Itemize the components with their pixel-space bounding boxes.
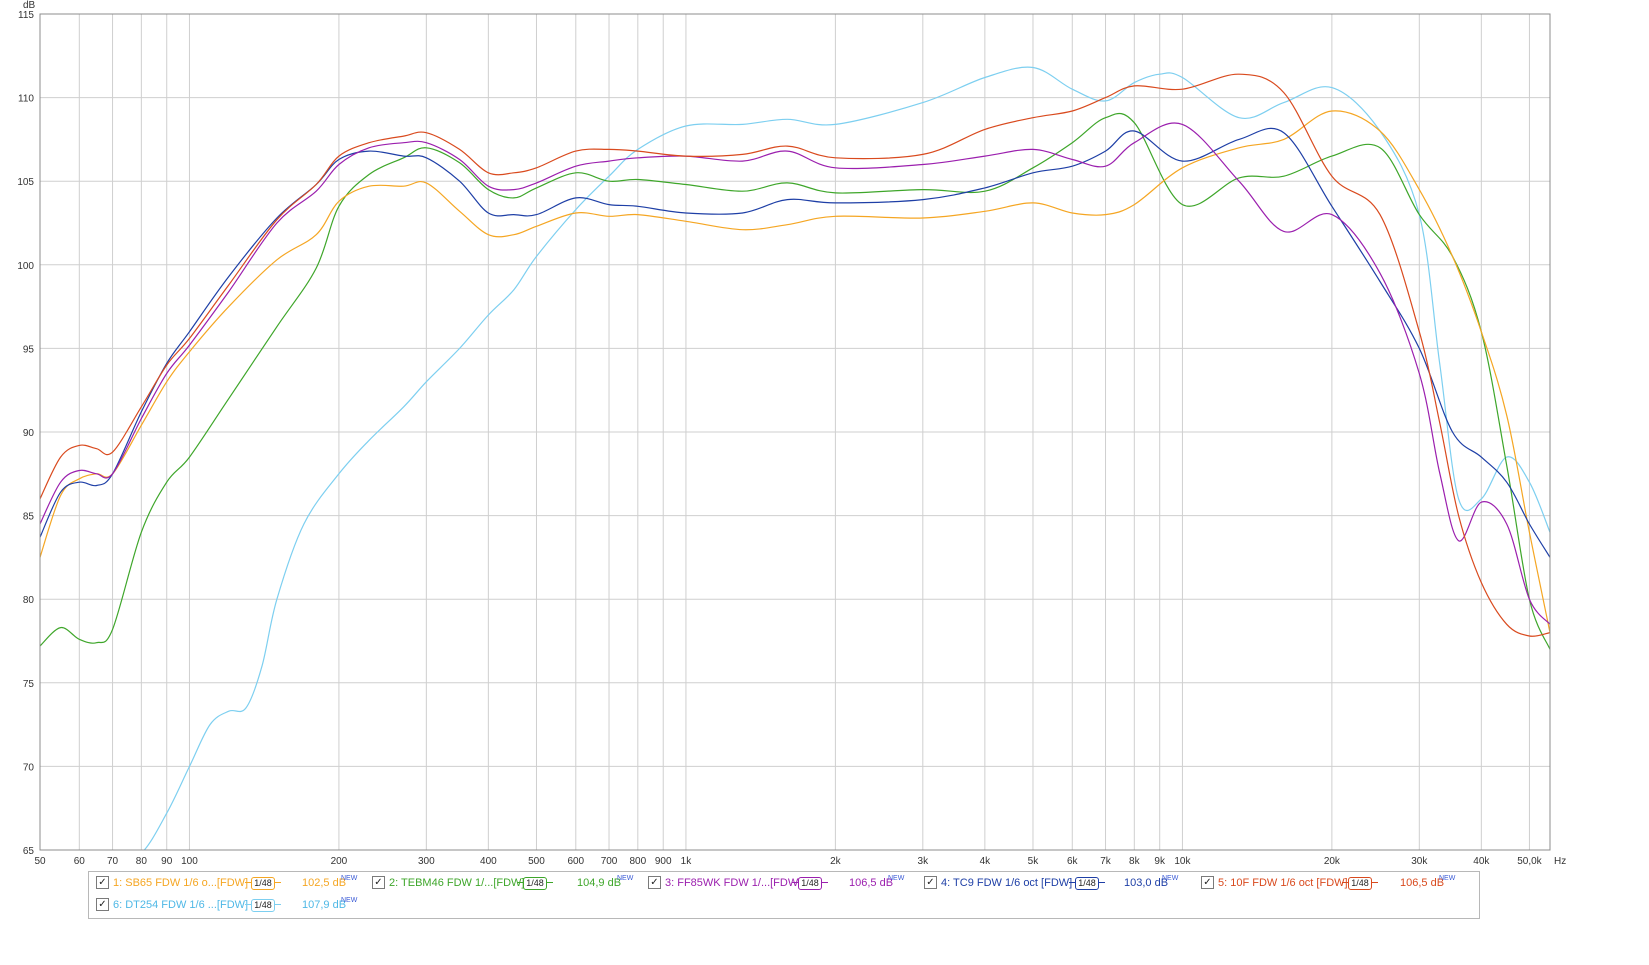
x-tick-label: 4k xyxy=(980,856,992,867)
y-tick-label: 65 xyxy=(23,846,35,857)
x-tick-label: 5k xyxy=(1028,856,1040,867)
x-tick-label: 20k xyxy=(1324,856,1341,867)
legend-line-right xyxy=(1099,882,1105,883)
legend-label: 6: DT254 FDW 1/6 ...[FDW] xyxy=(113,899,249,911)
x-tick-label: 800 xyxy=(629,856,646,867)
x-tick-label: 50,0k xyxy=(1517,856,1542,867)
x-tick-label: 900 xyxy=(655,856,672,867)
legend-entry-ff85wk[interactable]: ✓ 3: FF85WK FDW 1/...[FDW] 1/48 106,5 dB… xyxy=(648,875,916,891)
x-tick-label: 10k xyxy=(1174,856,1191,867)
legend-label: 2: TEBM46 FDW 1/...[FDW] xyxy=(389,877,525,889)
x-tick-label: 80 xyxy=(136,856,148,867)
legend-label: 5: 10F FDW 1/6 oct [FDW] xyxy=(1218,877,1348,889)
y-tick-label: 85 xyxy=(23,512,35,523)
legend-line-right xyxy=(1372,882,1378,883)
x-tick-label: 6k xyxy=(1067,856,1079,867)
legend-line-right xyxy=(275,882,281,883)
smoothing-button[interactable]: 1/48 xyxy=(1348,877,1372,890)
y-tick-label: 95 xyxy=(23,344,35,355)
legend-level: 107,9 dB xyxy=(302,899,347,911)
new-tag: NEW xyxy=(341,897,358,904)
x-tick-label: 1k xyxy=(681,856,693,867)
y-tick-label: 70 xyxy=(23,762,35,773)
legend-line-right xyxy=(275,904,281,905)
y-tick-label: 90 xyxy=(23,428,35,439)
x-tick-label: 40k xyxy=(1473,856,1490,867)
x-tick-label: 500 xyxy=(528,856,545,867)
x-tick-label: 200 xyxy=(331,856,348,867)
legend-level: 106,5 dB xyxy=(1400,877,1445,889)
x-tick-label: 90 xyxy=(161,856,173,867)
legend-entry-tc9[interactable]: ✓ 4: TC9 FDW 1/6 oct [FDW] 1/48 103,0 dB… xyxy=(924,875,1196,891)
smoothing-button[interactable]: 1/48 xyxy=(251,877,275,890)
legend-line-right xyxy=(822,882,828,883)
frequency-response-chart: 50 60 70 80 90 100 200 300 400 500 600 700 800 900 1k 2… xyxy=(17,0,1566,867)
checkbox-checked-icon[interactable]: ✓ xyxy=(372,876,385,889)
legend-label: 4: TC9 FDW 1/6 oct [FDW] xyxy=(941,877,1073,889)
legend-entry-dt254[interactable]: ✓ 6: DT254 FDW 1/6 ...[FDW] 1/48 107,9 d… xyxy=(96,897,364,913)
y-tick-label: 100 xyxy=(17,261,34,272)
y-tick-label: 75 xyxy=(23,679,35,690)
legend-entry-sb65[interactable]: ✓ 1: SB65 FDW 1/6 o...[FDW] 1/48 102,5 d… xyxy=(96,875,364,891)
x-tick-label: 700 xyxy=(601,856,618,867)
new-tag: NEW xyxy=(888,875,905,882)
legend-entry-tebm46[interactable]: ✓ 2: TEBM46 FDW 1/...[FDW] 1/48 104,9 dB… xyxy=(372,875,640,891)
legend-entry-10f[interactable]: ✓ 5: 10F FDW 1/6 oct [FDW] 1/48 106,5 dB… xyxy=(1201,875,1473,891)
legend-label: 1: SB65 FDW 1/6 o...[FDW] xyxy=(113,877,249,889)
checkbox-checked-icon[interactable]: ✓ xyxy=(96,876,109,889)
new-tag: NEW xyxy=(341,875,358,882)
checkbox-checked-icon[interactable]: ✓ xyxy=(648,876,661,889)
legend-level: 104,9 dB xyxy=(577,877,622,889)
x-tick-label: 8k xyxy=(1129,856,1141,867)
x-tick-label: 600 xyxy=(567,856,584,867)
new-tag: NEW xyxy=(1439,875,1456,882)
legend-level: 106,5 dB xyxy=(849,877,894,889)
y-unit-label: dB xyxy=(23,0,36,11)
x-tick-label: 70 xyxy=(107,856,119,867)
x-tick-label: 100 xyxy=(181,856,198,867)
x-unit-label: Hz xyxy=(1554,856,1566,867)
x-tick-label: 60 xyxy=(74,856,86,867)
checkbox-checked-icon[interactable]: ✓ xyxy=(96,898,109,911)
smoothing-button[interactable]: 1/48 xyxy=(523,877,547,890)
x-tick-label: 300 xyxy=(418,856,435,867)
x-tick-label: 7k xyxy=(1100,856,1112,867)
x-tick-label: 9k xyxy=(1154,856,1166,867)
y-tick-label: 115 xyxy=(18,10,34,21)
x-tick-label: 3k xyxy=(918,856,930,867)
x-tick-labels: 50 60 70 80 90 100 200 300 400 500 600 700 800 900 1k 2… xyxy=(34,856,1542,867)
y-tick-labels: 115 110 105 100 95 90 85 80 75 70 65 xyxy=(17,10,34,857)
checkbox-checked-icon[interactable]: ✓ xyxy=(1201,876,1214,889)
x-tick-label: 50 xyxy=(34,856,46,867)
smoothing-button[interactable]: 1/48 xyxy=(251,899,275,912)
legend-level: 102,5 dB xyxy=(302,877,347,889)
checkbox-checked-icon[interactable]: ✓ xyxy=(924,876,937,889)
y-tick-label: 80 xyxy=(23,595,35,606)
new-tag: NEW xyxy=(1162,875,1179,882)
new-tag: NEW xyxy=(617,875,634,882)
x-tick-label: 30k xyxy=(1411,856,1428,867)
legend: ✓ 1: SB65 FDW 1/6 o...[FDW] 1/48 102,5 d… xyxy=(88,871,1480,919)
smoothing-button[interactable]: 1/48 xyxy=(1075,877,1099,890)
y-tick-label: 105 xyxy=(17,177,34,188)
legend-line-right xyxy=(547,882,553,883)
x-tick-label: 2k xyxy=(830,856,842,867)
smoothing-button[interactable]: 1/48 xyxy=(798,877,822,890)
legend-label: 3: FF85WK FDW 1/...[FDW] xyxy=(665,877,802,889)
x-tick-label: 400 xyxy=(480,856,497,867)
y-tick-label: 110 xyxy=(18,94,34,105)
